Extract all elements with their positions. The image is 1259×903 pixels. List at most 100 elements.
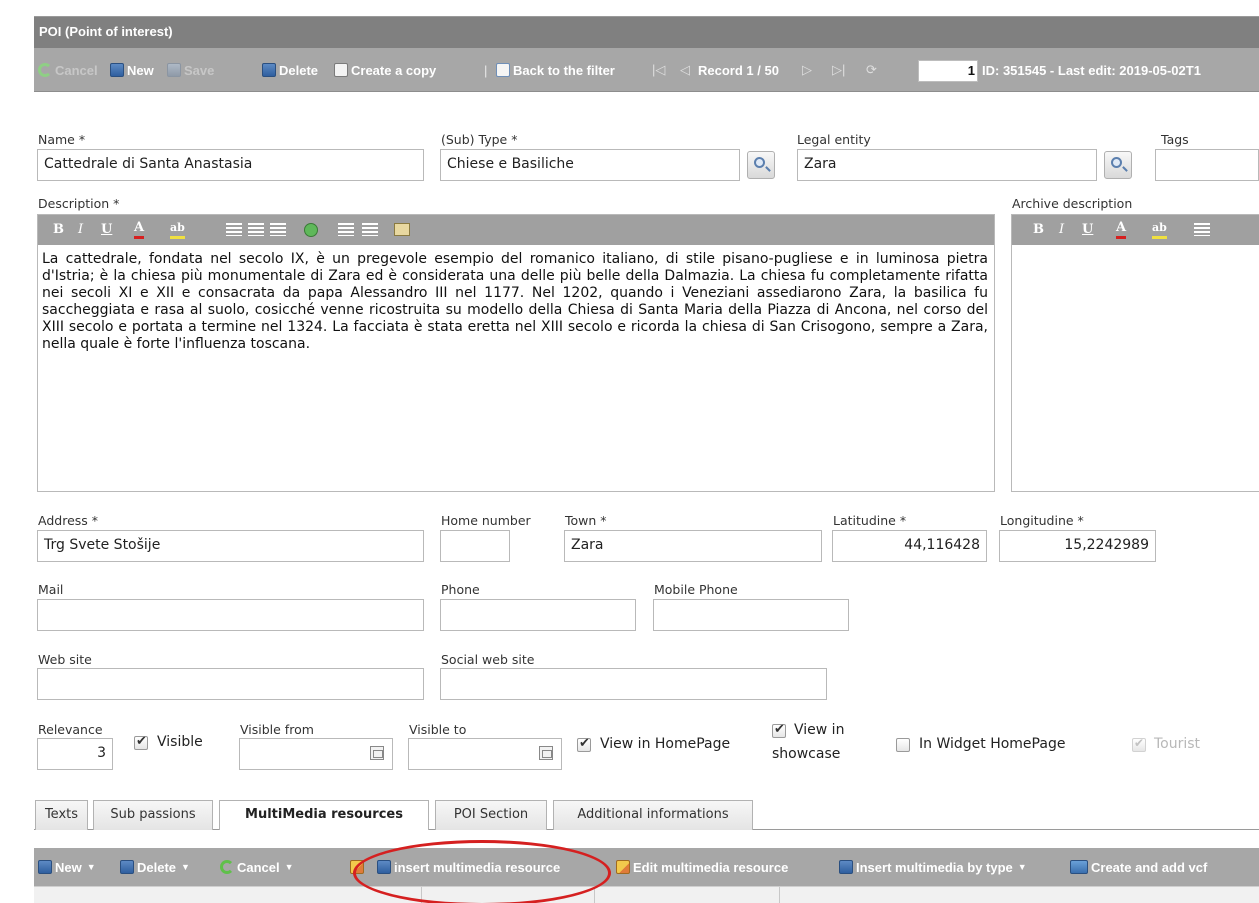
web-site-input[interactable] — [37, 668, 424, 700]
delete-button[interactable]: Delete — [262, 48, 318, 92]
back-to-filter-button[interactable]: Back to the filter — [496, 48, 615, 92]
archive-description-editor[interactable]: B I U A ab — [1011, 214, 1259, 492]
italic-button[interactable]: I — [78, 221, 83, 239]
magnifier-icon — [754, 157, 765, 168]
description-text: La cattedrale, fondata nel secolo IX, è … — [42, 251, 988, 352]
visible-checkbox[interactable] — [134, 734, 148, 750]
mail-input[interactable] — [37, 599, 424, 631]
calendar-icon[interactable] — [370, 746, 384, 760]
align-left-icon[interactable] — [1194, 223, 1210, 236]
mobile-phone-input[interactable] — [653, 599, 849, 631]
relevance-input[interactable]: 3 — [37, 738, 113, 770]
calendar-icon[interactable] — [539, 746, 553, 760]
record-number-input[interactable]: 1 — [918, 60, 978, 82]
tourist-checkbox[interactable] — [1132, 736, 1146, 752]
visible-to-label: Visible to — [409, 722, 467, 737]
last-record-button[interactable]: ▷| — [832, 48, 845, 92]
new-button[interactable]: New — [110, 48, 154, 92]
address-label: Address * — [38, 513, 99, 528]
numbered-list-icon[interactable] — [338, 223, 354, 236]
edit-multimedia-resource-button[interactable]: Edit multimedia resource — [616, 848, 788, 886]
view-in-showcase-label-2: showcase — [772, 746, 841, 762]
prev-record-icon: ◁ — [680, 62, 690, 77]
mm-delete-button[interactable]: Delete ▼ — [120, 848, 190, 886]
create-copy-button[interactable]: Create a copy — [334, 48, 436, 92]
view-in-showcase-checkbox[interactable] — [772, 722, 786, 738]
record-info: ID: 351545 - Last edit: 2019-05-02T1 — [982, 62, 1201, 78]
bullet-list-icon[interactable] — [362, 223, 378, 236]
subtype-input[interactable]: Chiese e Basiliche — [440, 149, 740, 181]
font-color-button[interactable]: A — [134, 221, 145, 239]
social-web-site-input[interactable] — [440, 668, 827, 700]
font-color-button[interactable]: A — [1116, 221, 1127, 239]
tab-additional-informations[interactable]: Additional informations — [553, 800, 753, 830]
highlight-button[interactable]: ab — [1152, 221, 1167, 239]
cancel-label: Cancel — [55, 62, 98, 78]
multimedia-grid-header — [34, 886, 1259, 903]
mail-label: Mail — [38, 582, 64, 597]
subtype-label: (Sub) Type * — [441, 132, 518, 147]
link-icon[interactable] — [304, 223, 318, 237]
align-right-icon[interactable] — [270, 223, 286, 236]
bold-button[interactable]: B — [53, 221, 64, 239]
town-input[interactable]: Zara — [564, 530, 822, 562]
highlight-button[interactable]: ab — [170, 221, 185, 239]
description-editor-toolbar: B I U A ab — [38, 215, 994, 245]
align-left-icon[interactable] — [226, 223, 242, 236]
window-title: POI (Point of interest) — [39, 24, 173, 39]
tourist-label: Tourist — [1154, 736, 1201, 752]
cancel-button[interactable]: Cancel — [38, 48, 98, 92]
column-divider — [594, 887, 595, 903]
phone-input[interactable] — [440, 599, 636, 631]
underline-button[interactable]: U — [101, 221, 112, 239]
underline-button[interactable]: U — [1082, 221, 1093, 239]
next-record-button[interactable]: ▷ — [802, 48, 812, 92]
legal-entity-lookup-button[interactable] — [1104, 151, 1132, 179]
insert-by-type-icon — [839, 860, 853, 874]
tab-poi-section[interactable]: POI Section — [435, 800, 547, 830]
view-in-homepage-checkbox[interactable] — [577, 736, 591, 752]
mm-cancel-button[interactable]: Cancel ▼ — [220, 848, 294, 886]
chevron-down-icon: ▼ — [86, 862, 96, 872]
view-in-showcase-label: View in — [794, 722, 845, 738]
poi-window: POI (Point of interest) Cancel New Save … — [0, 0, 1259, 903]
magnifier-icon — [1111, 157, 1122, 168]
relevance-label: Relevance — [38, 722, 103, 737]
chevron-down-icon: ▼ — [284, 862, 294, 872]
undo-icon — [38, 63, 52, 77]
prev-record-button[interactable]: ◁ — [680, 48, 690, 92]
tab-multimedia-resources[interactable]: MultiMedia resources — [219, 800, 429, 831]
tab-sub-passions[interactable]: Sub passions — [93, 800, 213, 830]
mobile-phone-label: Mobile Phone — [654, 582, 738, 597]
in-widget-homepage-label: In Widget HomePage — [919, 736, 1066, 752]
web-site-label: Web site — [38, 652, 92, 667]
latitude-label: Latitudine * — [833, 513, 907, 528]
latitude-input[interactable]: 44,116428 — [832, 530, 987, 562]
source-edit-icon[interactable] — [394, 223, 410, 236]
in-widget-homepage-checkbox[interactable] — [896, 738, 910, 752]
save-button[interactable]: Save — [167, 48, 214, 92]
create-and-add-vcf-button[interactable]: Create and add vcf — [1070, 848, 1207, 886]
name-label: Name * — [38, 132, 86, 147]
refresh-button[interactable]: ⟳ — [866, 48, 877, 92]
italic-button[interactable]: I — [1059, 221, 1064, 239]
tags-input[interactable] — [1155, 149, 1259, 181]
insert-multimedia-by-type-button[interactable]: Insert multimedia by type ▼ — [839, 848, 1027, 886]
delete-icon — [262, 63, 276, 77]
mm-new-button[interactable]: New ▼ — [38, 848, 96, 886]
tags-label: Tags — [1161, 132, 1189, 147]
description-editor[interactable]: B I U A ab La cattedrale, fondata nel se… — [37, 214, 995, 492]
home-number-input[interactable] — [440, 530, 510, 562]
longitude-input[interactable]: 15,2242989 — [999, 530, 1156, 562]
legal-entity-input[interactable]: Zara — [797, 149, 1097, 181]
name-input[interactable]: Cattedrale di Santa Anastasia — [37, 149, 424, 181]
first-record-button[interactable]: |◁ — [652, 48, 665, 92]
visible-from-label: Visible from — [240, 722, 314, 737]
address-input[interactable]: Trg Svete Stošije — [37, 530, 424, 562]
align-center-icon[interactable] — [248, 223, 264, 236]
subtype-lookup-button[interactable] — [747, 151, 775, 179]
bold-button[interactable]: B — [1033, 221, 1044, 239]
record-counter: Record 1 / 50 — [698, 62, 779, 78]
tab-texts[interactable]: Texts — [35, 800, 88, 830]
refresh-icon: ⟳ — [866, 62, 877, 77]
